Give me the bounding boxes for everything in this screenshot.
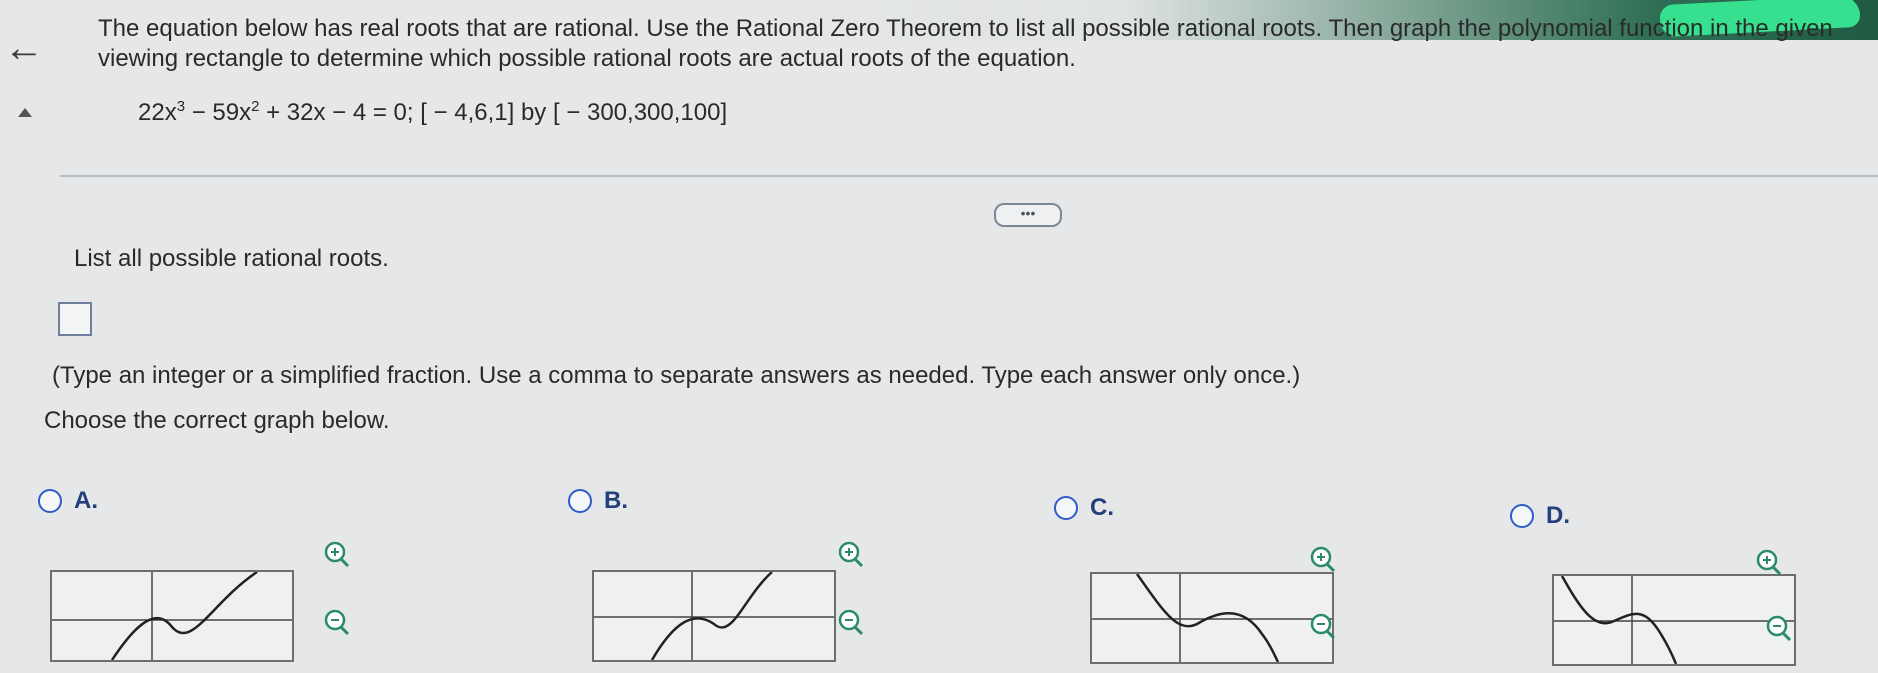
option-a-graph[interactable] (50, 570, 294, 662)
instructions-line-1: The equation below has real roots that a… (98, 15, 1833, 42)
zoom-in-icon[interactable] (836, 540, 864, 568)
zoom-out-icon[interactable] (1308, 612, 1336, 640)
eq-term-1: 22x (138, 99, 177, 126)
instructions-line-2: viewing rectangle to determine which pos… (98, 45, 1076, 72)
option-c-label: C. (1090, 494, 1114, 521)
eq-term-2: − 59x (185, 99, 252, 126)
curve (1560, 576, 1678, 664)
option-c[interactable]: C. (1054, 494, 1114, 522)
zoom-out-icon[interactable] (1764, 614, 1792, 642)
option-a-label: A. (74, 487, 98, 514)
eq-term-3: + 32x − 4 = 0; [ − 4,6,1] by [ − 300,300… (259, 99, 728, 126)
eq-exponent-1: 3 (176, 98, 186, 115)
option-d[interactable]: D. (1510, 502, 1570, 530)
equation: 22x3 − 59x2 + 32x − 4 = 0; [ − 4,6,1] by… (138, 98, 727, 127)
option-b-radio[interactable] (568, 489, 592, 513)
zoom-in-icon[interactable] (1308, 545, 1336, 573)
more-button[interactable]: ••• (994, 203, 1062, 227)
option-b-graph[interactable] (592, 570, 836, 662)
option-c-radio[interactable] (1054, 496, 1078, 520)
curve (1135, 574, 1280, 662)
back-arrow-icon[interactable]: ← (4, 28, 44, 68)
option-b-label: B. (604, 487, 628, 514)
section-divider (60, 175, 1878, 177)
option-b[interactable]: B. (568, 487, 628, 515)
option-d-graph[interactable] (1552, 574, 1796, 666)
rational-roots-answer-input[interactable] (58, 302, 92, 336)
zoom-in-icon[interactable] (1754, 548, 1782, 576)
option-c-graph[interactable] (1090, 572, 1334, 664)
zoom-out-icon[interactable] (322, 608, 350, 636)
answer-hint: (Type an integer or a simplified fractio… (52, 362, 1301, 389)
problem-instructions: The equation below has real roots that a… (98, 14, 1878, 74)
curve (110, 572, 258, 660)
rational-roots-prompt: List all possible rational roots. (74, 245, 389, 272)
option-d-label: D. (1546, 502, 1570, 529)
zoom-in-icon[interactable] (322, 540, 350, 568)
collapse-caret-icon[interactable] (18, 108, 32, 117)
zoom-out-icon[interactable] (836, 608, 864, 636)
option-d-radio[interactable] (1510, 504, 1534, 528)
option-a-radio[interactable] (38, 489, 62, 513)
curve (650, 572, 773, 660)
graph-choice-prompt: Choose the correct graph below. (44, 407, 390, 434)
option-a[interactable]: A. (38, 487, 98, 515)
